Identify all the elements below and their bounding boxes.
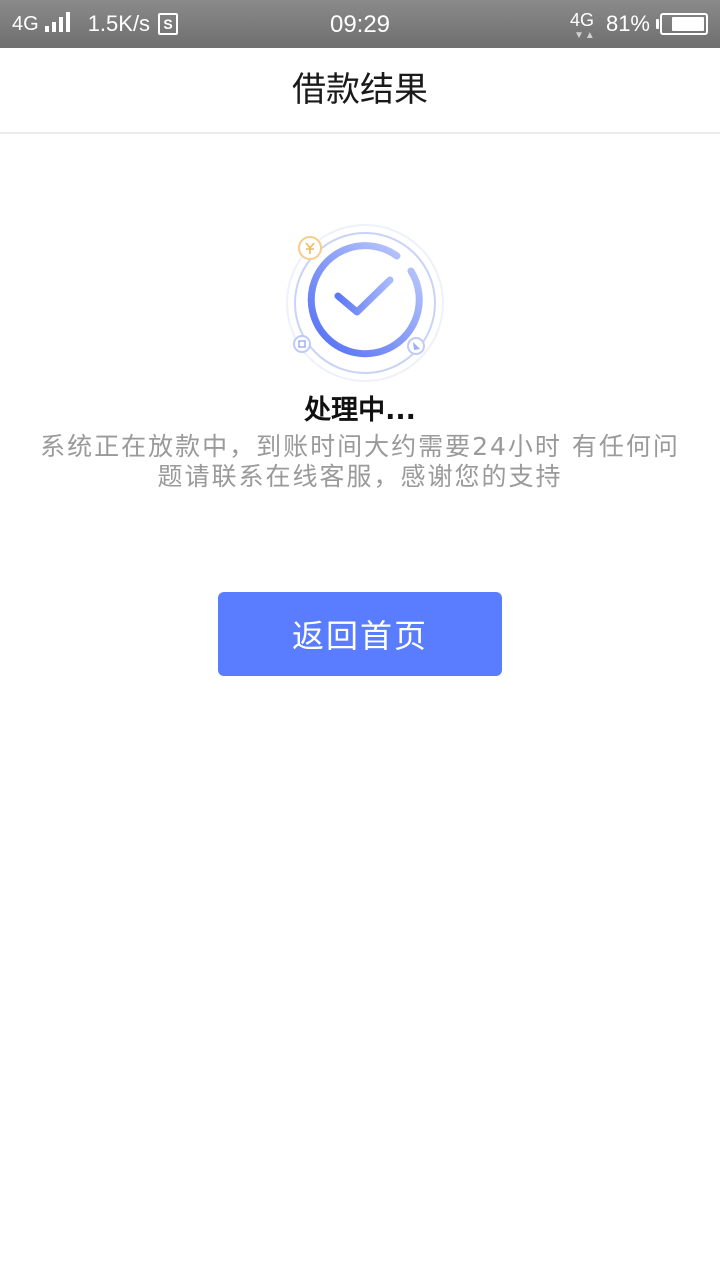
status-title: 处理中...	[304, 395, 416, 426]
battery-percent: 81%	[605, 11, 650, 36]
battery-icon	[656, 13, 708, 35]
arrow-decoration-icon	[407, 337, 425, 355]
status-bar: 4G 1.5K/s S 09:29 4G ▼▲ 81%	[0, 0, 720, 48]
coin-decoration-icon	[298, 236, 322, 260]
navigation-bar: 借款结果	[0, 48, 720, 134]
square-dot-decoration-icon	[293, 335, 311, 353]
check-circle-icon	[286, 224, 444, 382]
back-to-home-button[interactable]: 返回首页	[218, 592, 502, 676]
status-description: 系统正在放款中，到账时间大约需要24小时 有任何问题请联系在线客服，感谢您的支持	[40, 432, 680, 491]
data-activity-icon: ▼▲	[573, 30, 596, 41]
checkmark-icon	[334, 276, 394, 316]
battery-fill	[671, 17, 704, 31]
page-title: 借款结果	[292, 70, 428, 110]
status-bar-right: 4G ▼▲ 81%	[570, 0, 708, 48]
data-network-icon: 4G ▼▲	[570, 4, 600, 44]
data-network-label: 4G	[569, 10, 594, 30]
